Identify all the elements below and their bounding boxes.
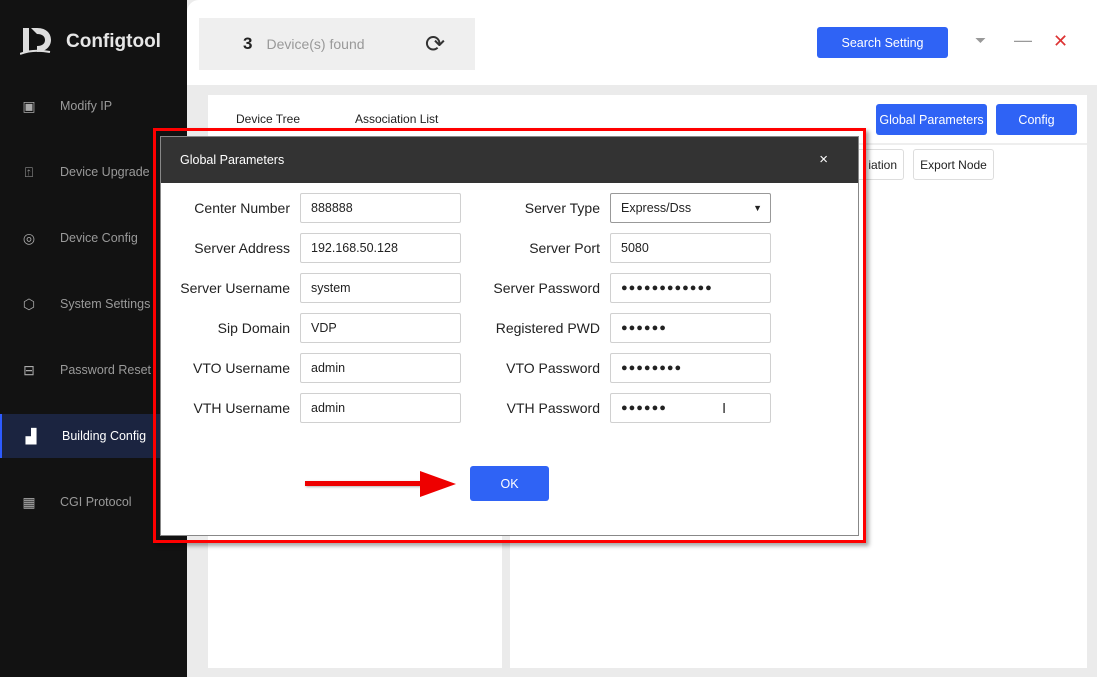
dialog-close-icon[interactable]: × — [819, 151, 828, 168]
device-count: 3 — [243, 34, 253, 53]
close-icon[interactable]: ✕ — [1053, 31, 1068, 52]
dialog-header: Global Parameters × — [161, 137, 858, 183]
devices-found-box: 3 Device(s) found ⟳ — [199, 18, 475, 70]
search-setting-button[interactable]: Search Setting — [817, 27, 948, 58]
registered-pwd-label: Registered PWD — [495, 320, 600, 336]
config-button[interactable]: Config — [996, 104, 1077, 135]
vth-password-input[interactable]: ●●●●●● — [610, 393, 771, 423]
sidebar-item-label: Device Upgrade — [60, 165, 150, 179]
ok-button[interactable]: OK — [470, 466, 549, 501]
vto-password-input[interactable]: ●●●●●●●● — [610, 353, 771, 383]
server-port-input[interactable]: 5080 — [610, 233, 771, 263]
export-node-button[interactable]: Export Node — [913, 149, 994, 180]
center-number-label: Center Number — [194, 200, 290, 216]
app-logo: Configtool — [20, 26, 161, 58]
sidebar-item-label: Building Config — [62, 429, 147, 443]
server-password-input[interactable]: ●●●●●●●●●●●● — [610, 273, 771, 303]
minimize-icon[interactable]: — — [1014, 30, 1032, 51]
server-type-value: Express/Dss — [621, 201, 692, 215]
vto-username-label: VTO Username — [193, 360, 290, 376]
tab-device-tree[interactable]: Device Tree — [236, 112, 300, 126]
refresh-icon[interactable]: ⟳ — [425, 30, 445, 59]
logo-icon — [20, 28, 51, 55]
bar-chart-icon: ▟ — [25, 427, 37, 444]
chevron-down-icon: ▼ — [753, 203, 762, 213]
sip-domain-label: Sip Domain — [217, 320, 290, 336]
dropdown-icon[interactable]: ⏷ — [975, 32, 986, 49]
app-title: Configtool — [66, 31, 161, 52]
sidebar-item-label: CGI Protocol — [60, 495, 132, 509]
vto-password-label: VTO Password — [506, 360, 600, 376]
upgrade-icon: ⍐ — [24, 163, 34, 180]
lock-icon: ⊟ — [23, 361, 35, 378]
server-password-label: Server Password — [493, 280, 600, 296]
vth-password-label: VTH Password — [506, 400, 600, 416]
target-icon: ◎ — [22, 229, 36, 246]
server-port-label: Server Port — [529, 240, 600, 256]
sidebar-item-label: Modify IP — [60, 99, 113, 113]
tab-association-list[interactable]: Association List — [355, 112, 438, 126]
vth-username-label: VTH Username — [193, 400, 290, 416]
server-type-label: Server Type — [524, 200, 600, 216]
devices-found-label: Device(s) found — [266, 36, 365, 52]
red-arrow-icon — [420, 471, 456, 497]
grid-icon: ▦ — [22, 493, 36, 510]
ip-icon: ▣ — [22, 97, 36, 114]
dialog-title: Global Parameters — [180, 153, 285, 167]
sidebar-item-modify-ip[interactable]: ▣ Modify IP — [0, 84, 187, 128]
server-type-select[interactable]: Express/Dss ▼ — [610, 193, 771, 223]
gear-icon: ⬡ — [22, 295, 36, 312]
global-parameters-button[interactable]: Global Parameters — [876, 104, 987, 135]
top-bar: 3 Device(s) found ⟳ Search Setting ⏷ — ✕ — [187, 0, 1097, 85]
red-arrow-shaft — [305, 481, 425, 486]
text-cursor-icon: I — [722, 400, 727, 417]
server-address-label: Server Address — [194, 240, 290, 256]
server-username-label: Server Username — [180, 280, 290, 296]
registered-pwd-input[interactable]: ●●●●●● — [610, 313, 771, 343]
